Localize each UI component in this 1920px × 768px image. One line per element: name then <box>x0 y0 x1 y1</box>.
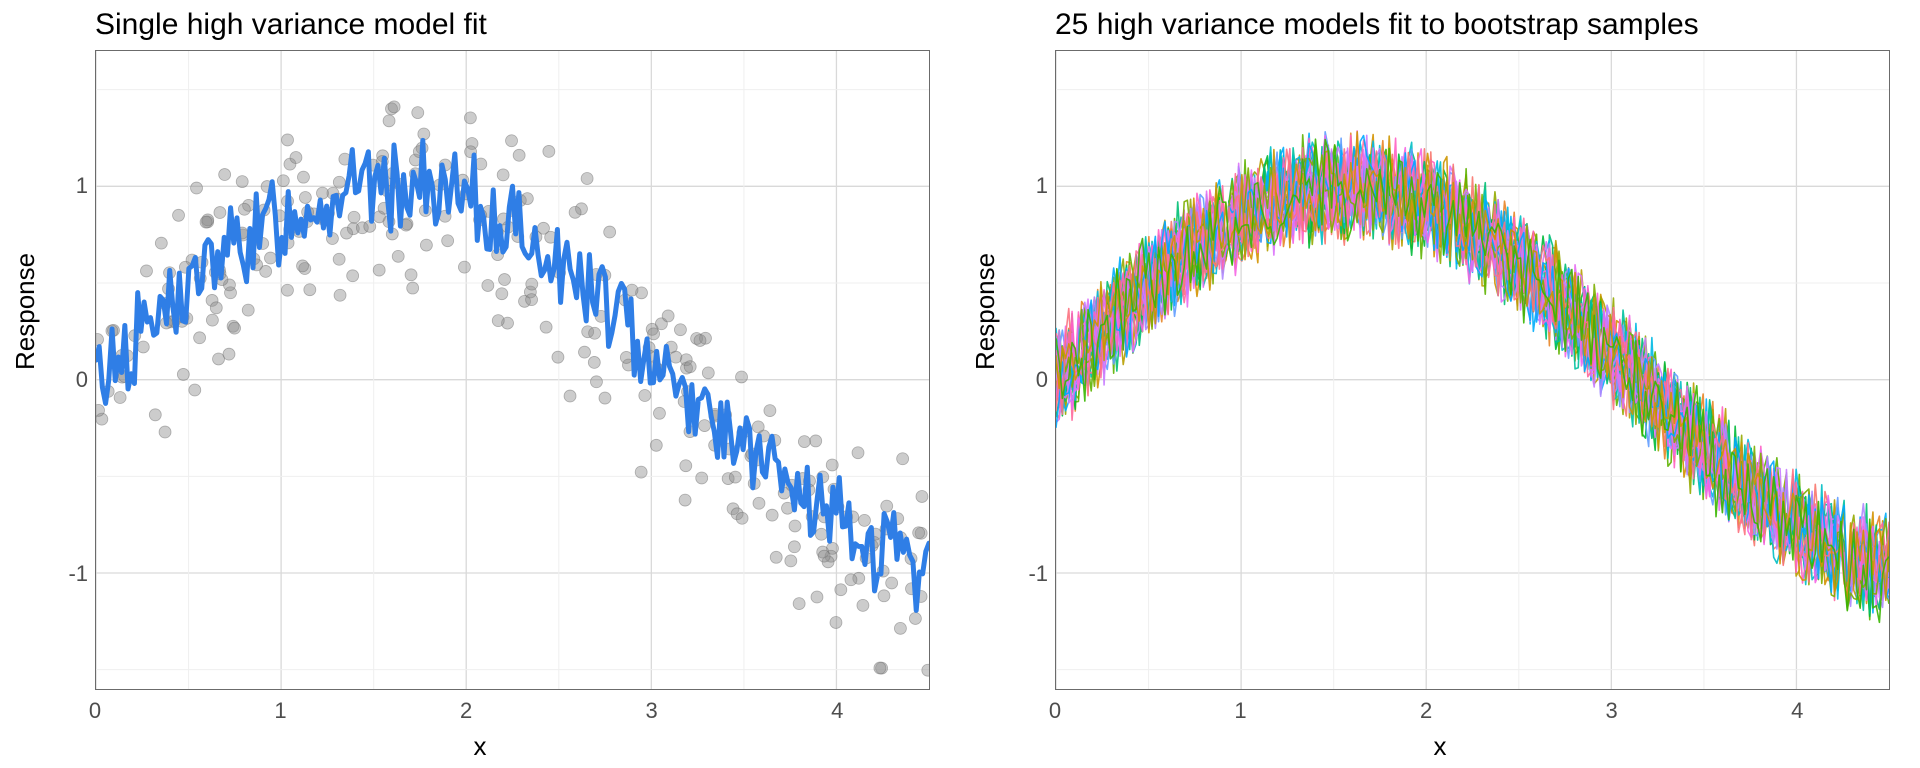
y-tick-label: 1 <box>28 173 88 199</box>
x-axis-label-left: x <box>474 731 487 762</box>
y-tick-label: -1 <box>988 561 1048 587</box>
x-tick-label: 1 <box>274 698 286 724</box>
y-tick-label: 0 <box>988 367 1048 393</box>
x-tick-label: 3 <box>1606 698 1618 724</box>
x-tick-label: 4 <box>1791 698 1803 724</box>
x-axis-label-right: x <box>1434 731 1447 762</box>
plot-title-left: Single high variance model fit <box>95 8 487 42</box>
x-tick-label: 1 <box>1234 698 1246 724</box>
plot-area-left <box>95 50 930 690</box>
right-panel: 25 high variance models fit to bootstrap… <box>960 0 1920 768</box>
y-axis-label-left: Response <box>10 253 41 370</box>
x-tick-label: 0 <box>89 698 101 724</box>
x-tick-label: 2 <box>1420 698 1432 724</box>
x-tick-label: 2 <box>460 698 472 724</box>
y-tick-label: 0 <box>28 367 88 393</box>
plot-svg-right <box>1056 51 1889 689</box>
x-tick-label: 0 <box>1049 698 1061 724</box>
plot-area-right <box>1055 50 1890 690</box>
left-panel: Single high variance model fit Response … <box>0 0 960 768</box>
y-tick-label: 1 <box>988 173 1048 199</box>
plot-title-right: 25 high variance models fit to bootstrap… <box>1055 8 1699 42</box>
plot-svg-left <box>96 51 929 689</box>
x-tick-label: 3 <box>646 698 658 724</box>
x-tick-label: 4 <box>831 698 843 724</box>
y-tick-label: -1 <box>28 561 88 587</box>
y-axis-label-right: Response <box>970 253 1001 370</box>
